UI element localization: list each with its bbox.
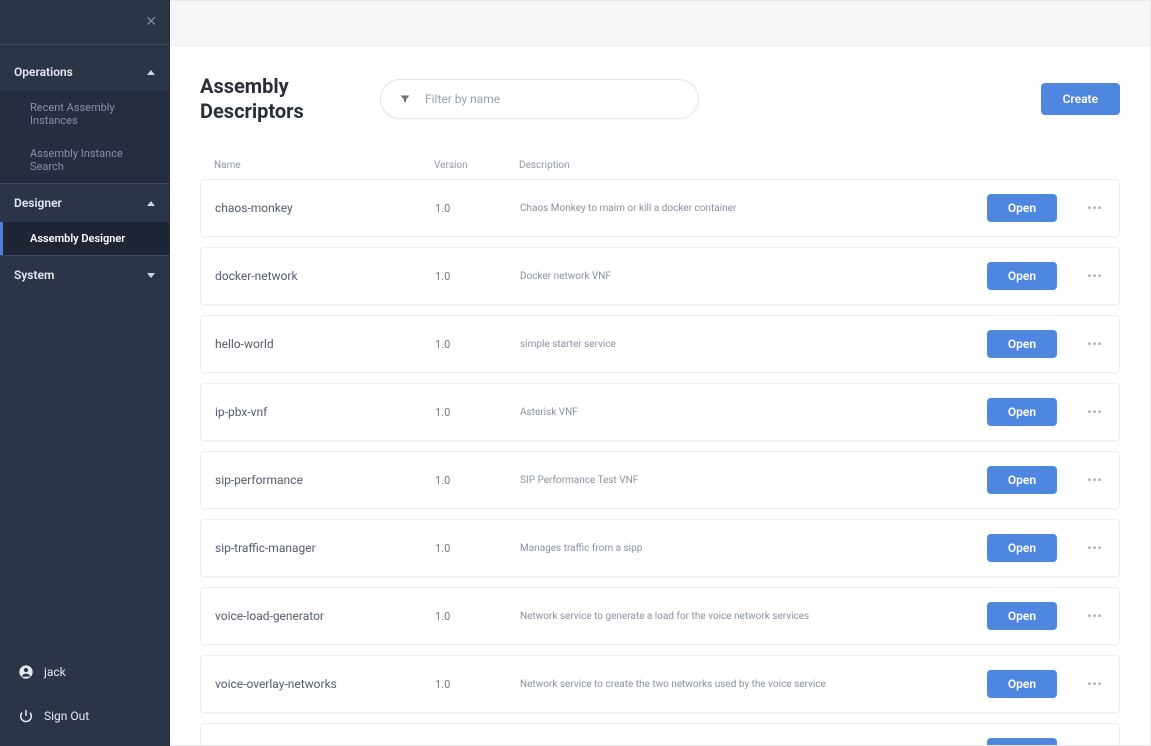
table-header: Name Version Description (200, 152, 1120, 179)
user-name: jack (44, 665, 66, 679)
table-row: docker-network1.0Docker network VNF Open •… (200, 247, 1120, 305)
cell-name: hello-world (215, 337, 435, 351)
cell-name: ip-pbx-vnf (215, 405, 435, 419)
sidebar-section-label: Designer (14, 196, 62, 210)
more-icon[interactable]: ••• (1085, 337, 1105, 351)
open-button[interactable]: Open (987, 534, 1057, 562)
user-profile[interactable]: jack (0, 650, 169, 694)
more-icon[interactable]: ••• (1085, 269, 1105, 283)
open-button[interactable]: Open (987, 602, 1057, 630)
more-icon[interactable]: ••• (1085, 201, 1105, 215)
sidebar-item-assembly-instance-search[interactable]: Assembly Instance Search (0, 137, 169, 183)
cell-name: sip-performance (215, 473, 435, 487)
col-header-version: Version (434, 160, 519, 171)
open-button[interactable]: Open (987, 398, 1057, 426)
col-header-description: Description (519, 160, 956, 171)
table-row: hello-world1.0simple starter service Open… (200, 315, 1120, 373)
cell-version: 1.0 (435, 406, 520, 419)
sidebar-section-operations[interactable]: Operations (0, 53, 169, 91)
chevron-down-icon (147, 273, 155, 278)
sign-out-button[interactable]: Sign Out (0, 694, 169, 738)
open-button[interactable]: Open (987, 194, 1057, 222)
sidebar-section-system[interactable]: System (0, 255, 169, 294)
open-button[interactable]: Open (987, 330, 1057, 358)
table-row: voice-overlay-networks1.0Network service… (200, 655, 1120, 713)
sidebar-section-label: System (14, 268, 54, 282)
table-row: voice-service1.0Voice ServiceOpen••• (200, 723, 1120, 745)
open-button[interactable]: Open (987, 466, 1057, 494)
search-field[interactable] (380, 79, 699, 119)
cell-name: sip-traffic-manager (215, 541, 435, 555)
table-row: voice-load-generator1.0Network service t… (200, 587, 1120, 645)
sidebar-top: ✕ (0, 0, 169, 45)
cell-name: voice-load-generator (215, 609, 435, 623)
cell-description: Network service to generate a load for t… (520, 611, 955, 622)
table-row: sip-performance1.0SIP Performance Test V… (200, 451, 1120, 509)
table-row: sip-traffic-manager1.0Manages traffic fr… (200, 519, 1120, 577)
cell-description: SIP Performance Test VNF (520, 475, 955, 486)
sidebar-item-recent-assembly-instances[interactable]: Recent Assembly Instances (0, 91, 169, 137)
cell-description: simple starter service (520, 339, 955, 350)
cell-description: Manages traffic from a sipp (520, 543, 955, 554)
col-header-name: Name (214, 160, 434, 171)
cell-name: docker-network (215, 269, 435, 283)
open-button[interactable]: Open (987, 670, 1057, 698)
more-icon[interactable]: ••• (1085, 609, 1105, 623)
table-body: chaos-monkey1.0Chaos Monkey to maim or k… (200, 179, 1120, 745)
content: Assembly Descriptors Create Name Version… (170, 46, 1150, 745)
sidebar-section-designer[interactable]: Designer (0, 183, 169, 222)
search-input[interactable] (425, 92, 680, 106)
sidebar-section-label: Operations (14, 65, 73, 79)
chevron-up-icon (147, 70, 155, 75)
cell-version: 1.0 (435, 270, 520, 283)
more-icon[interactable]: ••• (1085, 541, 1105, 555)
filter-icon (399, 90, 411, 109)
sidebar-bottom: jack Sign Out (0, 650, 169, 746)
more-icon[interactable]: ••• (1085, 473, 1105, 487)
page-title: Assembly Descriptors (200, 74, 350, 124)
cell-version: 1.0 (435, 474, 520, 487)
open-button[interactable]: Open (987, 738, 1057, 745)
open-button[interactable]: Open (987, 262, 1057, 290)
header-row: Assembly Descriptors Create (200, 74, 1120, 124)
more-icon[interactable]: ••• (1085, 405, 1105, 419)
cell-version: 1.0 (435, 202, 520, 215)
cell-description: Docker network VNF (520, 271, 955, 282)
main: Assembly Descriptors Create Name Version… (170, 0, 1151, 746)
table-row: chaos-monkey1.0Chaos Monkey to maim or k… (200, 179, 1120, 237)
close-icon[interactable]: ✕ (145, 14, 157, 30)
user-icon (18, 664, 34, 680)
sidebar-item-assembly-designer[interactable]: Assembly Designer (0, 222, 169, 255)
more-icon[interactable]: ••• (1085, 677, 1105, 691)
cell-version: 1.0 (435, 678, 520, 691)
cell-name: voice-overlay-networks (215, 677, 435, 691)
sidebar: ✕ OperationsRecent Assembly InstancesAss… (0, 0, 170, 746)
cell-description: Network service to create the two networ… (520, 679, 955, 690)
top-band (170, 1, 1150, 46)
chevron-up-icon (147, 201, 155, 206)
cell-name: chaos-monkey (215, 201, 435, 215)
cell-version: 1.0 (435, 610, 520, 623)
cell-version: 1.0 (435, 542, 520, 555)
create-button[interactable]: Create (1041, 83, 1120, 115)
power-icon (18, 708, 34, 724)
table-row: ip-pbx-vnf1.0Asterisk VNF Open ••• (200, 383, 1120, 441)
sign-out-label: Sign Out (44, 709, 89, 723)
cell-version: 1.0 (435, 338, 520, 351)
cell-description: Asterisk VNF (520, 407, 955, 418)
cell-description: Chaos Monkey to maim or kill a docker co… (520, 203, 955, 214)
